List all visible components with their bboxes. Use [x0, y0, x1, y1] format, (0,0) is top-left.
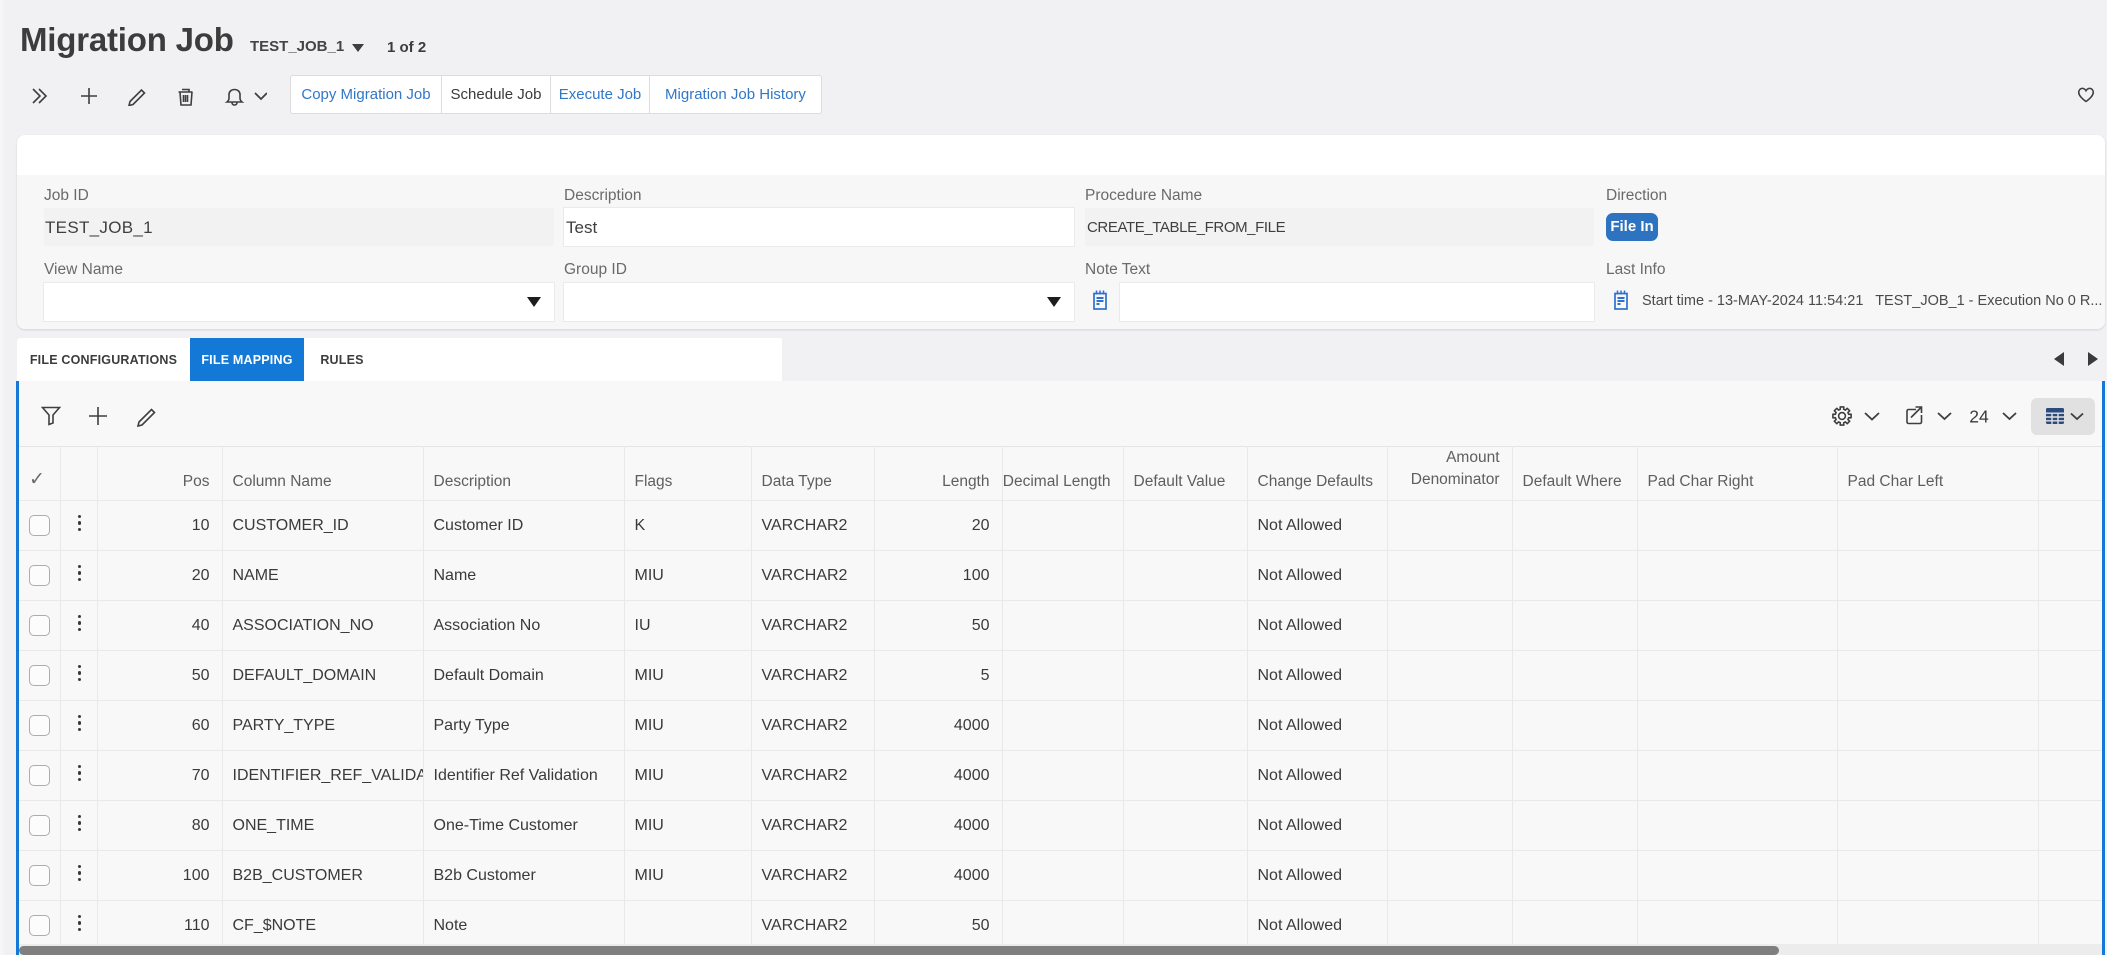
svg-text:24: 24	[1969, 407, 1989, 427]
